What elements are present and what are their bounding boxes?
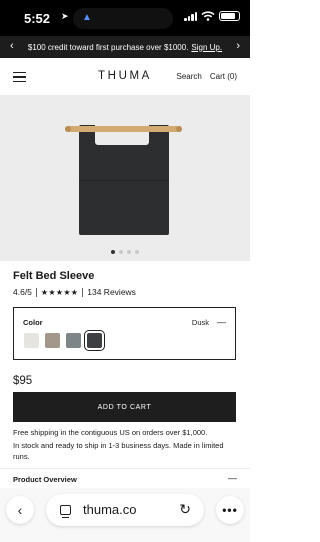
- shipping-note: Free shipping in the contiguous US on or…: [13, 428, 208, 437]
- location-arrow-icon: ➤: [61, 11, 69, 21]
- navigation-arrow-icon: ▲: [82, 12, 92, 23]
- reload-icon[interactable]: ↻: [179, 501, 191, 518]
- color-swatch-slate[interactable]: [66, 333, 81, 348]
- status-bar: 5:52 ➤ ▲: [0, 0, 250, 36]
- divider: [82, 287, 84, 297]
- rating-row: 4.6/5 ★★★★★ 134 Reviews: [13, 287, 136, 297]
- promo-banner: ‹ $100 credit toward first purchase over…: [0, 36, 250, 58]
- battery-icon: [219, 11, 240, 21]
- color-label: Color: [23, 318, 43, 327]
- more-icon[interactable]: •••: [216, 496, 244, 524]
- site-header: THUMA Search Cart (0): [0, 58, 250, 96]
- divider: [35, 287, 37, 297]
- address-bar[interactable]: thuma.co ↻: [46, 494, 204, 526]
- color-swatch-taupe[interactable]: [45, 333, 60, 348]
- gallery-dot[interactable]: [111, 250, 115, 254]
- product-overview-label: Product Overview: [13, 475, 77, 484]
- selected-color-name: Dusk: [191, 318, 209, 327]
- tabs-icon[interactable]: [60, 505, 71, 518]
- chevron-left-icon[interactable]: ‹: [6, 496, 34, 524]
- wifi-icon: [201, 11, 215, 21]
- minus-icon[interactable]: —: [228, 473, 237, 483]
- browser-toolbar: ‹ thuma.co ↻ •••: [0, 488, 250, 542]
- product-image[interactable]: [0, 96, 250, 261]
- url-text[interactable]: thuma.co: [83, 502, 136, 517]
- battery-level: [221, 13, 235, 19]
- gallery-dot[interactable]: [119, 250, 123, 254]
- product-overview-section[interactable]: Product Overview —: [0, 468, 250, 490]
- promo-text: $100 credit toward first purchase over $…: [27, 42, 189, 52]
- product-price: $95: [13, 375, 33, 387]
- minus-icon[interactable]: —: [217, 317, 226, 327]
- felt-sleeve-illustration: [79, 125, 169, 235]
- gallery-dot[interactable]: [135, 250, 139, 254]
- reviews-link[interactable]: 134 Reviews: [87, 287, 136, 297]
- color-selector: Color Dusk —: [13, 307, 236, 360]
- status-time: 5:52: [24, 11, 51, 26]
- wooden-dowel: [65, 126, 182, 132]
- color-swatches: [24, 330, 105, 351]
- gallery-pagination[interactable]: [0, 250, 250, 254]
- chevron-right-icon[interactable]: ›: [236, 40, 240, 52]
- signal-icon: [184, 11, 197, 21]
- product-title: Felt Bed Sleeve: [13, 270, 95, 282]
- gallery-dot[interactable]: [127, 250, 131, 254]
- chevron-left-icon[interactable]: ‹: [10, 40, 14, 52]
- promo-sign-up-link[interactable]: Sign Up.: [191, 43, 222, 52]
- cart-link[interactable]: Cart (0): [210, 72, 237, 81]
- rating-score: 4.6/5: [13, 287, 32, 297]
- stock-note: In stock and ready to ship in 1-3 busine…: [13, 441, 224, 461]
- search-link[interactable]: Search: [177, 72, 202, 81]
- star-rating-icon: ★★★★★: [40, 287, 79, 297]
- add-to-cart-button[interactable]: ADD TO CART: [13, 392, 236, 422]
- color-swatch-light[interactable]: [24, 333, 39, 348]
- header-actions: Search Cart (0): [177, 72, 237, 81]
- status-icons: [184, 11, 240, 21]
- color-swatch-dusk[interactable]: [84, 330, 105, 351]
